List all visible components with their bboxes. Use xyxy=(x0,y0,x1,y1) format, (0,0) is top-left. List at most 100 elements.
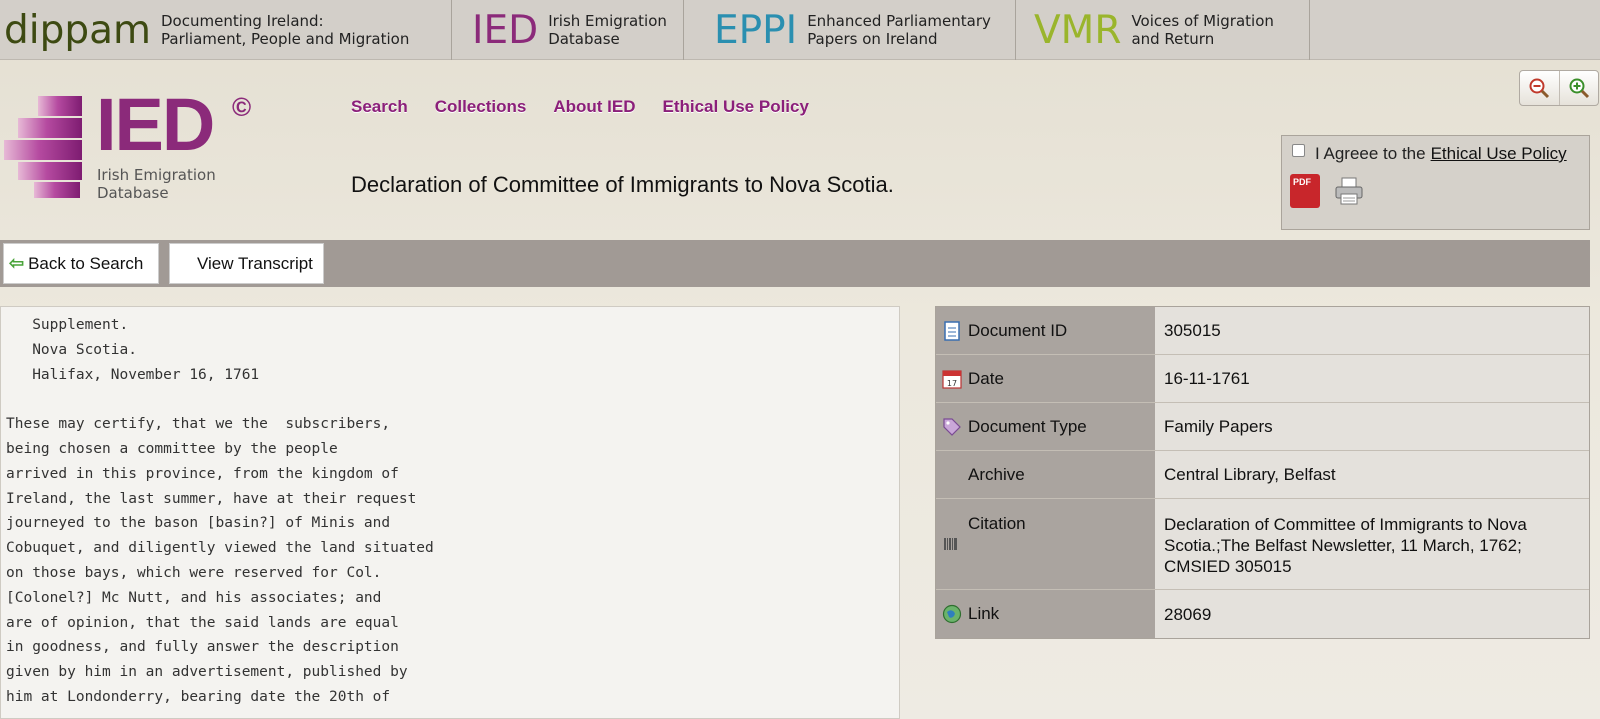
agree-text: I Agreee to the xyxy=(1315,144,1426,163)
meta-label-text: Document ID xyxy=(968,320,1068,340)
meta-row-document-type: Document Type Family Papers xyxy=(936,403,1589,451)
globe-icon xyxy=(942,604,962,624)
calendar-icon: 17 xyxy=(942,369,962,389)
view-transcript-label: View Transcript xyxy=(197,253,313,273)
transcript-panel[interactable]: Supplement. Nova Scotia. Halifax, Novemb… xyxy=(0,306,900,719)
dippam-line2: Parliament, People and Migration xyxy=(161,30,410,48)
transcript-line: [Colonel?] Mc Nutt, and his associates; … xyxy=(6,589,382,606)
meta-value-citation: Declaration of Committee of Immigrants t… xyxy=(1155,499,1589,589)
ethical-agreement-panel: I Agreee to the Ethical Use Policy PDF xyxy=(1281,135,1590,230)
eppi-description: Enhanced Parliamentary Papers on Ireland xyxy=(807,12,991,48)
eppi-brand: EPPI xyxy=(714,7,798,53)
barcode-icon xyxy=(943,536,959,557)
document-metadata-table: Document ID 305015 17 Date 16-11-1761 Do… xyxy=(935,306,1590,639)
back-to-search-button[interactable]: ⇦ Back to Search xyxy=(3,243,159,284)
agree-checkbox[interactable] xyxy=(1292,143,1305,157)
zoom-out-button[interactable] xyxy=(1520,71,1560,105)
logo-title: IED xyxy=(96,83,215,166)
meta-value-date: 16-11-1761 xyxy=(1155,355,1589,402)
meta-label-text: Document Type xyxy=(968,416,1087,436)
eppi-line1: Enhanced Parliamentary xyxy=(807,12,991,30)
logo-stripes-graphic xyxy=(0,96,82,198)
transcript-line: journeyed to the bason [basin?] of Minis… xyxy=(6,515,391,532)
meta-label-text: Archive xyxy=(968,464,1025,484)
meta-label-citation: Citation xyxy=(936,499,1155,589)
transcript-line: are of opinion, that the said lands are … xyxy=(6,614,399,631)
transcript-line: Nova Scotia. xyxy=(6,341,137,358)
vmr-description: Voices of Migration and Return xyxy=(1131,12,1273,48)
meta-value-link[interactable]: 28069 xyxy=(1155,590,1589,638)
tag-icon xyxy=(942,417,962,437)
vmr-line1: Voices of Migration xyxy=(1131,12,1274,30)
view-transcript-button[interactable]: View Transcript xyxy=(169,243,324,284)
meta-label-document-type: Document Type xyxy=(936,403,1155,450)
transcript-line xyxy=(6,387,899,412)
nav-collections[interactable]: Collections xyxy=(435,97,527,117)
transcript-line: Halifax, November 16, 1761 xyxy=(6,366,260,383)
transcript-text: Supplement. Nova Scotia. Halifax, Novemb… xyxy=(1,307,899,710)
meta-row-document-id: Document ID 305015 xyxy=(936,307,1589,355)
transcript-line: being chosen a committee by the people xyxy=(6,440,338,457)
zoom-in-icon xyxy=(1569,78,1589,99)
back-arrow-icon: ⇦ xyxy=(9,253,25,273)
topbar-dippam[interactable]: dippam Documenting Ireland: Parliament, … xyxy=(0,0,452,60)
transcript-line: on those bays, which were reserved for C… xyxy=(6,564,382,581)
dippam-line1: Documenting Ireland: xyxy=(161,12,324,30)
meta-row-citation: Citation Declaration of Committee of Imm… xyxy=(936,499,1589,590)
topbar-ied[interactable]: IED Irish Emigration Database xyxy=(452,0,684,60)
ethical-use-policy-link[interactable]: Ethical Use Policy xyxy=(1431,144,1567,164)
pdf-icon[interactable]: PDF xyxy=(1290,174,1320,208)
eppi-line2: Papers on Ireland xyxy=(807,30,938,48)
meta-value-archive: Central Library, Belfast xyxy=(1155,451,1589,498)
transcript-line: Ireland, the last summer, have at their … xyxy=(6,490,417,507)
transcript-line: Cobuquet, and diligently viewed the land… xyxy=(6,540,434,557)
vmr-line2: and Return xyxy=(1131,30,1215,48)
main-nav: Search Collections About IED Ethical Use… xyxy=(351,97,809,117)
ied-brand: IED xyxy=(472,7,539,53)
meta-label-date: 17 Date xyxy=(936,355,1155,402)
transcript-line: him at Londonderry, bearing date the 20t… xyxy=(6,688,391,705)
logo-copyright: © xyxy=(232,92,252,122)
meta-row-archive: Archive Central Library, Belfast xyxy=(936,451,1589,499)
archive-icon-placeholder xyxy=(942,465,962,485)
transcript-line: These may certify, that we the subscribe… xyxy=(6,416,391,433)
document-icon xyxy=(942,320,962,341)
logo-subtitle: Irish Emigration Database xyxy=(97,166,216,202)
nav-ethical-use-policy[interactable]: Ethical Use Policy xyxy=(662,97,808,117)
ied-logo[interactable]: IED © Irish Emigration Database xyxy=(0,88,280,203)
dippam-description: Documenting Ireland: Parliament, People … xyxy=(161,12,409,48)
zoom-out-icon xyxy=(1529,78,1550,99)
vmr-brand: VMR xyxy=(1034,7,1122,53)
action-toolbar: ⇦ Back to Search View Transcript xyxy=(0,240,1590,287)
meta-row-link: Link 28069 xyxy=(936,590,1589,638)
nav-search[interactable]: Search xyxy=(351,97,408,117)
back-to-search-label: Back to Search xyxy=(28,253,144,273)
meta-label-text: Date xyxy=(968,368,1004,388)
zoom-controls xyxy=(1519,70,1599,106)
meta-value-document-id: 305015 xyxy=(1155,307,1589,354)
meta-label-text: Link xyxy=(968,604,1000,623)
nav-about-ied[interactable]: About IED xyxy=(553,97,635,117)
ied-description: Irish Emigration Database xyxy=(548,12,667,48)
citation-icon-spacer xyxy=(942,514,962,534)
ied-line1: Irish Emigration xyxy=(548,12,667,30)
svg-text:17: 17 xyxy=(947,379,957,388)
meta-label-archive: Archive xyxy=(936,451,1155,498)
topbar-vmr[interactable]: VMR Voices of Migration and Return xyxy=(1016,0,1310,60)
transcript-line: in goodness, and fully answer the descri… xyxy=(6,639,399,656)
transcript-line: given by him in an advertisement, publis… xyxy=(6,664,408,681)
topbar-eppi[interactable]: EPPI Enhanced Parliamentary Papers on Ir… xyxy=(684,0,1016,60)
meta-label-text: Citation xyxy=(968,514,1026,533)
printer-icon[interactable] xyxy=(1334,176,1364,206)
meta-label-document-id: Document ID xyxy=(936,307,1155,354)
zoom-in-button[interactable] xyxy=(1560,71,1599,105)
transcript-line: Supplement. xyxy=(6,317,129,333)
dippam-brand: dippam xyxy=(4,7,151,53)
meta-label-link: Link xyxy=(936,590,1155,638)
transcript-line: arrived in this province, from the kingd… xyxy=(6,465,399,482)
meta-row-date: 17 Date 16-11-1761 xyxy=(936,355,1589,403)
ied-line2: Database xyxy=(548,30,620,48)
pdf-icon-label: PDF xyxy=(1293,177,1311,187)
site-topbar: dippam Documenting Ireland: Parliament, … xyxy=(0,0,1600,60)
